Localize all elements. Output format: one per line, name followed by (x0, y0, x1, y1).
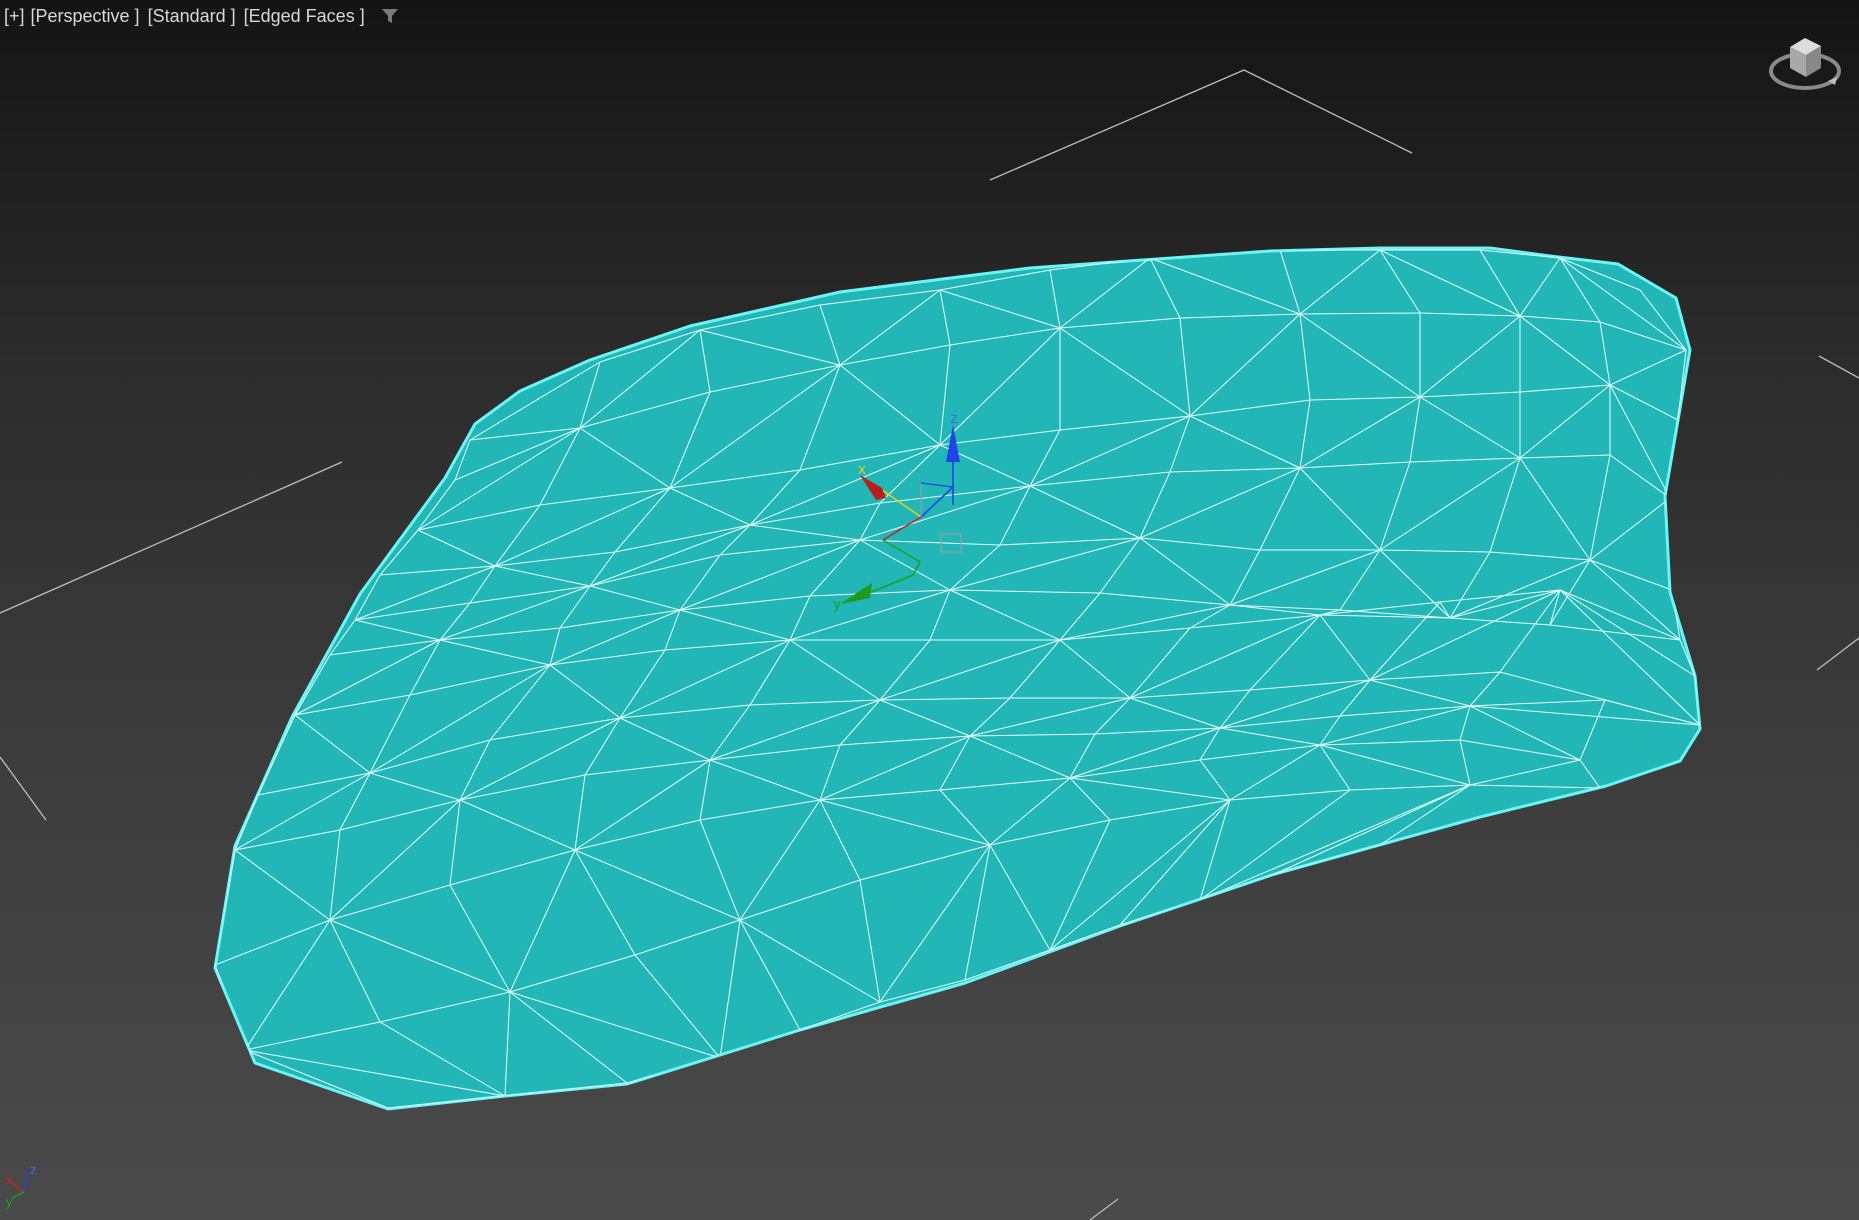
world-z-label: z (30, 1162, 37, 1177)
viewcube-icon[interactable] (1765, 25, 1845, 100)
shading-standard-menu[interactable]: [Standard ] (148, 6, 236, 27)
gizmo-z-label: z (950, 410, 958, 427)
mesh-surface[interactable] (213, 246, 1702, 1111)
filter-icon[interactable] (379, 5, 401, 27)
scene-canvas[interactable]: z x y (0, 0, 1859, 1220)
viewport-label-menu: [+] [Perspective ] [Standard ] [Edged Fa… (4, 5, 401, 27)
world-x-label: x (6, 1172, 13, 1187)
display-mode-menu[interactable]: [Edged Faces ] (244, 6, 365, 27)
view-type-menu[interactable]: [Perspective ] (31, 6, 140, 27)
gizmo-x-label: x (858, 461, 866, 478)
perspective-viewport[interactable]: z x y [+] [Perspective ] [Standard ] [Ed… (0, 0, 1859, 1220)
gizmo-y-label: y (833, 596, 841, 613)
world-axis-tripod: z x y (4, 1160, 40, 1210)
viewport-plus-menu[interactable]: [+] (4, 6, 25, 27)
world-y-label: y (6, 1194, 13, 1209)
